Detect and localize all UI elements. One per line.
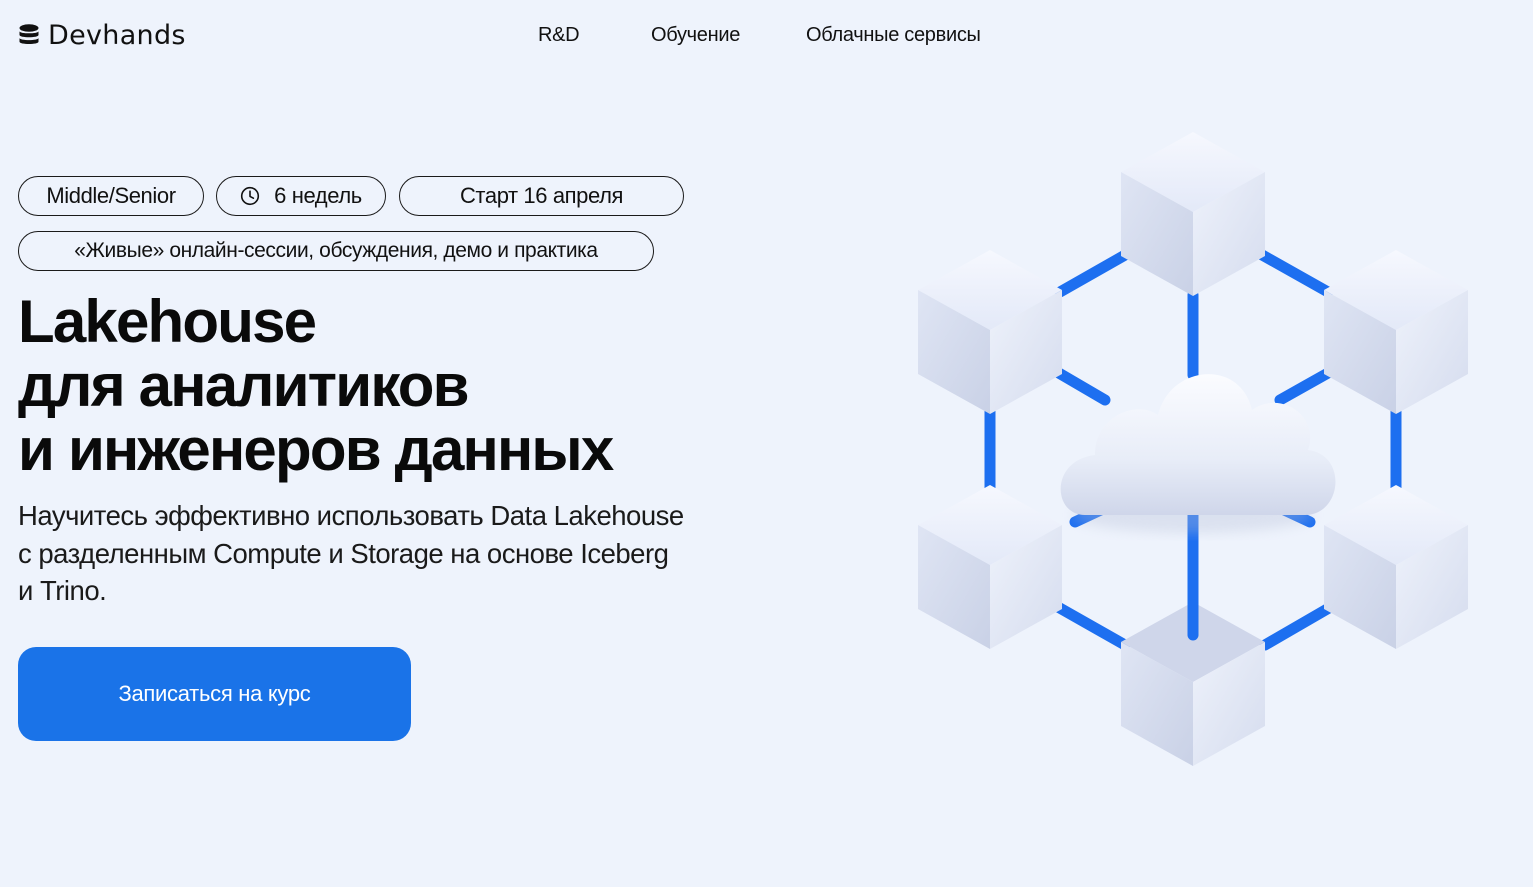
subtitle-line-2: с разделенным Compute и Storage на основ… (18, 537, 669, 569)
site-header: Devhands R&D Обучение Облачные сервисы (0, 0, 1533, 72)
duration-tag-label: 6 недель (274, 183, 362, 208)
cloud-network-illustration (918, 132, 1468, 766)
nav-item-rnd[interactable]: R&D (538, 24, 580, 47)
database-stack-icon (19, 23, 39, 44)
level-tag: Middle/Senior (18, 176, 204, 216)
nav-item-education[interactable]: Обучение (651, 24, 740, 47)
nav-item-cloud-services[interactable]: Облачные сервисы (806, 24, 981, 47)
logo-link[interactable]: Devhands (18, 20, 186, 51)
enroll-button[interactable]: Записаться на курс (18, 647, 411, 741)
cube-top (1121, 132, 1265, 296)
clock-icon (241, 186, 260, 206)
title-line-3: и инженеров данных (18, 416, 614, 483)
subtitle-line-1: Научитесь эффективно использовать Data L… (18, 500, 684, 531)
level-tag-label: Middle/Senior (46, 183, 176, 208)
format-tag: «Живые» онлайн-сессии, обсуждения, демо … (18, 231, 654, 271)
cube-upper-left (918, 250, 1062, 414)
title-line-1: Lakehouse (18, 288, 317, 355)
format-tag-label: «Живые» онлайн-сессии, обсуждения, демо … (74, 239, 598, 262)
start-date-tag-label: Старт 16 апреля (459, 183, 624, 208)
logo-text: Devhands (48, 20, 186, 51)
cube-upper-right (1324, 250, 1468, 414)
cube-lower-left (918, 485, 1062, 649)
duration-tag: 6 недель (216, 176, 386, 216)
title-line-2: для аналитиков (18, 352, 470, 419)
subtitle-line-3: и Trino. (18, 575, 107, 606)
page-title: Lakehouse для аналитиков и инженеров дан… (18, 288, 614, 483)
cube-lower-right (1324, 485, 1468, 649)
start-date-tag: Старт 16 апреля (399, 176, 684, 216)
hero-subtitle: Научитесь эффективно использовать Data L… (18, 497, 684, 610)
